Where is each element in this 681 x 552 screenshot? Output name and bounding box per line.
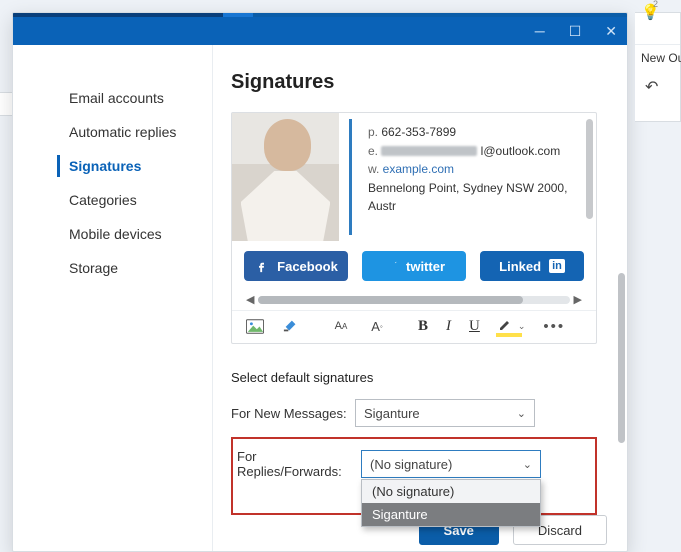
chevron-down-icon: ⌄ <box>517 407 526 420</box>
settings-dialog: ─ ☐ ✕ Email accounts Automatic replies S… <box>12 12 628 552</box>
phone-label: p. <box>368 125 378 139</box>
replies-label: For Replies/Forwards: <box>237 449 361 479</box>
notification-badge: 2 <box>653 0 658 9</box>
preview-vertical-scrollbar[interactable] <box>586 119 593 219</box>
linkedin-badge-icon: in <box>549 259 565 273</box>
replies-select[interactable]: (No signature) ⌄ <box>361 450 541 478</box>
linkedin-button[interactable]: Linked in <box>480 251 584 281</box>
facebook-icon <box>254 259 269 274</box>
signature-preview[interactable]: p. 662-353-7899 e. l@outlook.com w. exam… <box>232 113 596 241</box>
email-label: e. <box>368 144 378 158</box>
bold-button[interactable]: B <box>418 318 428 335</box>
vertical-divider <box>349 119 352 235</box>
font-size-decrease-icon[interactable]: AA <box>332 318 350 334</box>
progress-strip <box>13 13 627 17</box>
email-suffix: l@outlook.com <box>481 144 561 158</box>
web-label: w. <box>368 162 379 176</box>
scroll-thumb[interactable] <box>258 296 522 304</box>
highlight-annotation: For Replies/Forwards: (No signature) ⌄ (… <box>231 437 597 515</box>
format-painter-icon[interactable] <box>282 318 300 334</box>
italic-button[interactable]: I <box>446 318 451 335</box>
sidebar-item-categories[interactable]: Categories <box>13 183 212 217</box>
sidebar-item-email-accounts[interactable]: Email accounts <box>13 81 212 115</box>
new-messages-value: Siganture <box>364 406 420 421</box>
replies-value: (No signature) <box>370 457 452 472</box>
settings-sidebar: Email accounts Automatic replies Signatu… <box>13 45 213 551</box>
sidebar-item-mobile-devices[interactable]: Mobile devices <box>13 217 212 251</box>
minimize-button[interactable]: ─ <box>535 24 545 38</box>
content-scrollbar[interactable] <box>618 273 625 443</box>
more-options-icon[interactable]: ••• <box>543 318 565 335</box>
email-redacted <box>381 146 477 156</box>
undo-icon[interactable]: ↶ <box>635 71 680 103</box>
titlebar: ─ ☐ ✕ <box>13 17 627 45</box>
social-buttons-row: Facebook twitter Linked in <box>232 241 596 293</box>
phone-value: 662-353-7899 <box>381 125 456 139</box>
sidebar-item-storage[interactable]: Storage <box>13 251 212 285</box>
twitter-icon <box>383 259 398 274</box>
scroll-track[interactable] <box>258 296 569 304</box>
highlight-dropdown-chevron-icon[interactable]: ⌄ <box>518 321 526 332</box>
facebook-label: Facebook <box>277 259 338 274</box>
preview-horizontal-scrollbar[interactable]: ◀ ▶ <box>232 293 596 310</box>
avatar-image <box>232 113 339 241</box>
linkedin-label: Linked <box>499 259 541 274</box>
replies-dropdown: (No signature) Siganture <box>361 479 541 527</box>
default-signatures-heading: Select default signatures <box>231 370 597 385</box>
sidebar-item-automatic-replies[interactable]: Automatic replies <box>13 115 212 149</box>
content-pane: Signatures p. 662-353-7899 e. l@outlook.… <box>213 45 627 551</box>
scroll-right-arrow-icon[interactable]: ▶ <box>570 293 586 306</box>
insert-image-icon[interactable] <box>246 318 264 334</box>
maximize-button[interactable]: ☐ <box>569 24 582 38</box>
new-messages-label: For New Messages: <box>231 406 355 421</box>
sidebar-item-signatures[interactable]: Signatures <box>13 149 212 183</box>
replies-option-signature[interactable]: Siganture <box>362 503 540 526</box>
address-value: Bennelong Point, Sydney NSW 2000, Austr <box>368 179 596 216</box>
secondary-window: 💡 2 New Out ↶ <box>635 12 681 122</box>
replies-row: For Replies/Forwards: (No signature) ⌄ <box>237 449 587 479</box>
signature-editor: p. 662-353-7899 e. l@outlook.com w. exam… <box>231 112 597 344</box>
chevron-down-icon: ⌄ <box>523 458 532 471</box>
font-size-increase-icon[interactable]: A◦ <box>368 318 386 334</box>
highlight-button[interactable] <box>498 317 512 335</box>
format-toolbar: AA A◦ B I U ⌄ ••• <box>232 310 596 343</box>
facebook-button[interactable]: Facebook <box>244 251 348 281</box>
underline-button[interactable]: U <box>469 318 480 335</box>
signature-text-block: p. 662-353-7899 e. l@outlook.com w. exam… <box>368 113 596 241</box>
new-messages-select[interactable]: Siganture ⌄ <box>355 399 535 427</box>
twitter-button[interactable]: twitter <box>362 251 466 281</box>
web-value: example.com <box>383 162 454 176</box>
secondary-title: New Out <box>635 45 680 71</box>
new-messages-row: For New Messages: Siganture ⌄ <box>231 399 597 427</box>
page-title: Signatures <box>231 71 597 94</box>
scroll-left-arrow-icon[interactable]: ◀ <box>242 293 258 306</box>
replies-option-no-signature[interactable]: (No signature) <box>362 480 540 503</box>
twitter-label: twitter <box>406 259 445 274</box>
close-button[interactable]: ✕ <box>605 24 617 38</box>
